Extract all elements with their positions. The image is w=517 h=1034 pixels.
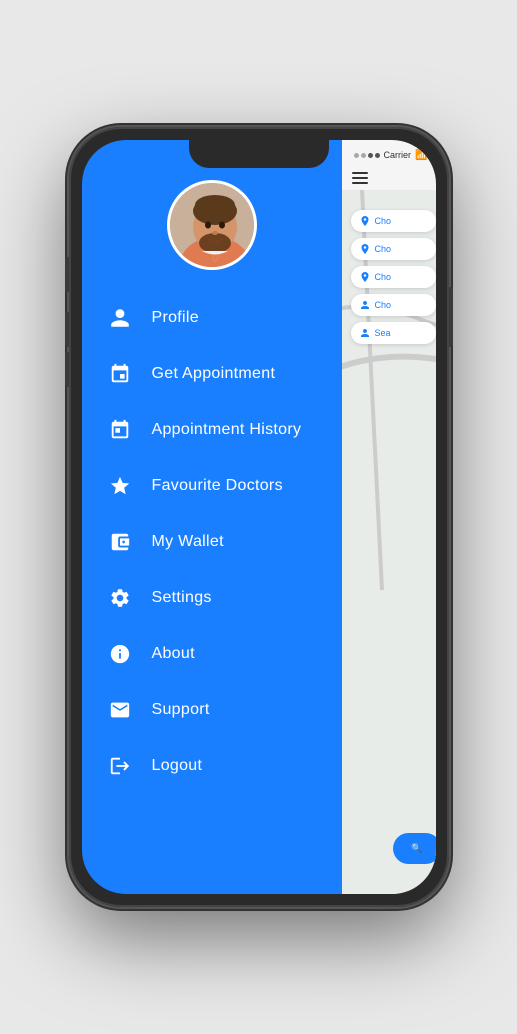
chip-4[interactable]: Cho bbox=[351, 294, 436, 316]
chip-1-label: Cho bbox=[375, 216, 392, 226]
signal-dot-4 bbox=[375, 153, 380, 158]
chip-2[interactable]: Cho bbox=[351, 238, 436, 260]
sidebar-item-support-label: Support bbox=[152, 701, 210, 719]
avatar-container bbox=[82, 180, 342, 270]
sidebar-item-my-wallet-label: My Wallet bbox=[152, 533, 224, 551]
status-bar: Carrier 📶 bbox=[342, 140, 436, 170]
search-button-label: 🔍 bbox=[411, 843, 422, 853]
sidebar-item-about-label: About bbox=[152, 645, 195, 663]
avatar bbox=[167, 180, 257, 270]
sidebar-item-logout[interactable]: Logout bbox=[82, 738, 342, 794]
star-icon bbox=[106, 472, 134, 500]
wifi-icon: 📶 bbox=[415, 150, 427, 161]
phone-wrapper: Profile Get Appointment bbox=[0, 0, 517, 1034]
phone-screen: Profile Get Appointment bbox=[82, 140, 436, 894]
sidebar-item-appointment-history-label: Appointment History bbox=[152, 421, 302, 439]
calendar-list-icon bbox=[106, 416, 134, 444]
signal-dot-1 bbox=[354, 153, 359, 158]
sidebar-item-my-wallet[interactable]: My Wallet bbox=[82, 514, 342, 570]
sidebar-item-settings-label: Settings bbox=[152, 589, 212, 607]
sidebar-item-about[interactable]: About bbox=[82, 626, 342, 682]
sidebar-item-favourite-doctors[interactable]: Favourite Doctors bbox=[82, 458, 342, 514]
menu-items-list: Profile Get Appointment bbox=[82, 290, 342, 794]
chip-3[interactable]: Cho bbox=[351, 266, 436, 288]
sidebar-item-settings[interactable]: Settings bbox=[82, 570, 342, 626]
hamburger-menu[interactable] bbox=[352, 172, 368, 184]
carrier-label: Carrier bbox=[384, 150, 412, 160]
chip-4-label: Cho bbox=[375, 300, 392, 310]
envelope-icon bbox=[106, 696, 134, 724]
search-button[interactable]: 🔍 bbox=[393, 833, 435, 864]
sidebar-item-appointment-history[interactable]: Appointment History bbox=[82, 402, 342, 458]
signal-dot-2 bbox=[361, 153, 366, 158]
hamburger-line-2 bbox=[352, 177, 368, 179]
sidebar-item-get-appointment[interactable]: Get Appointment bbox=[82, 346, 342, 402]
phone-device: Profile Get Appointment bbox=[69, 127, 449, 907]
phone-notch bbox=[189, 140, 329, 168]
menu-panel: Profile Get Appointment bbox=[82, 140, 342, 894]
sidebar-item-get-appointment-label: Get Appointment bbox=[152, 365, 276, 383]
chip-5-label: Sea bbox=[375, 328, 391, 338]
info-icon bbox=[106, 640, 134, 668]
content-panel: Carrier 📶 bbox=[342, 140, 436, 894]
signal-dot-3 bbox=[368, 153, 373, 158]
chip-5[interactable]: Sea bbox=[351, 322, 436, 344]
gear-icon bbox=[106, 584, 134, 612]
chip-3-label: Cho bbox=[375, 272, 392, 282]
hamburger-line-3 bbox=[352, 182, 368, 184]
person-icon bbox=[106, 304, 134, 332]
chip-1[interactable]: Cho bbox=[351, 210, 436, 232]
sidebar-item-profile[interactable]: Profile bbox=[82, 290, 342, 346]
logout-icon bbox=[106, 752, 134, 780]
sidebar-item-favourite-doctors-label: Favourite Doctors bbox=[152, 477, 283, 495]
chip-2-label: Cho bbox=[375, 244, 392, 254]
hamburger-line-1 bbox=[352, 172, 368, 174]
wallet-icon bbox=[106, 528, 134, 556]
sidebar-item-profile-label: Profile bbox=[152, 309, 199, 327]
calendar-icon bbox=[106, 360, 134, 388]
sidebar-item-logout-label: Logout bbox=[152, 757, 203, 775]
search-chips: Cho Cho Cho bbox=[351, 210, 436, 344]
sidebar-item-support[interactable]: Support bbox=[82, 682, 342, 738]
